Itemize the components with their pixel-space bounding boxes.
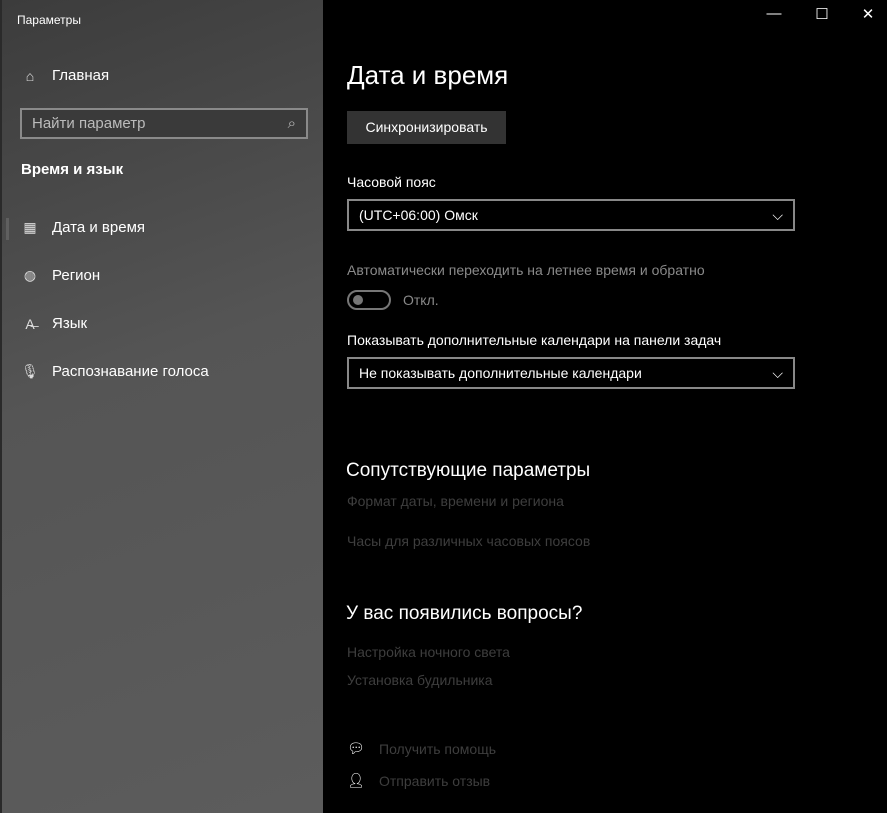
timezone-dropdown[interactable]: (UTC+06:00) Омск ⌵ [347,199,795,231]
language-icon: A̶ [25,315,35,332]
sidebar-item-speech[interactable]: 🎙︎ Распознавание голоса [20,363,209,380]
sync-button[interactable]: Синхронизировать [347,111,506,144]
item-label: Распознавание голоса [52,363,209,380]
link-alarm[interactable]: Установка будильника [347,672,493,688]
timezone-label: Часовой пояс [347,174,436,190]
help-chat-icon: 💬︎ [347,740,365,756]
calendars-label: Показывать дополнительные календари на п… [347,332,722,348]
dst-state: Откл. [403,292,439,308]
calendars-dropdown[interactable]: Не показывать дополнительные календари ⌵ [347,357,795,389]
page-title: Дата и время [347,60,509,90]
window-title: Параметры [17,13,81,27]
search-placeholder: Найти параметр [32,115,146,132]
dst-label: Автоматически переходить на летнее время… [347,262,705,278]
sidebar-item-region[interactable]: ◍ Регион [20,267,100,284]
maximize-button[interactable]: ☐ [799,5,845,23]
timezone-value: (UTC+06:00) Омск [359,207,478,223]
item-label: Дата и время [52,219,146,236]
chevron-down-icon: ⌵ [772,206,783,223]
questions-heading: У вас появились вопросы? [346,603,583,624]
minimize-button[interactable]: — [751,5,797,22]
microphone-icon: 🎙︎ [21,363,39,379]
sidebar-item-date-time[interactable]: ▦ Дата и время [20,219,145,236]
item-label: Регион [52,267,101,284]
link-date-format[interactable]: Формат даты, времени и региона [347,493,564,509]
home-icon: ⌂ [25,67,35,84]
link-night-light[interactable]: Настройка ночного света [347,644,510,660]
get-help-label: Получить помощь [379,740,497,757]
close-button[interactable]: ✕ [845,5,887,23]
feedback-label: Отправить отзыв [379,772,491,789]
related-heading: Сопутствующие параметры [346,460,591,481]
sidebar: Параметры ⌂ Главная Найти параметр ⌕ Вре… [0,0,323,813]
content-pane: — ☐ ✕ Дата и время Синхронизировать Часо… [323,0,887,813]
calendar-clock-icon: ▦ [23,219,37,235]
selection-indicator [6,218,9,240]
home-label: Главная [52,67,110,84]
sidebar-item-language[interactable]: A̶ Язык [20,315,87,332]
link-clocks[interactable]: Часы для различных часовых поясов [347,533,590,549]
search-input[interactable]: Найти параметр ⌕ [20,108,308,139]
feedback-icon: 👤︎ [347,772,365,788]
globe-icon: ◍ [23,267,37,283]
get-help-link[interactable]: 💬︎ Получить помощь [347,740,496,757]
search-icon: ⌕ [287,115,296,132]
section-title: Время и язык [21,161,124,178]
feedback-link[interactable]: 👤︎ Отправить отзыв [347,772,490,789]
item-label: Язык [52,315,88,332]
chevron-down-icon: ⌵ [772,364,783,381]
dst-toggle[interactable] [347,290,391,310]
calendars-value: Не показывать дополнительные календари [359,365,642,381]
sidebar-item-home[interactable]: ⌂ Главная [20,67,109,84]
